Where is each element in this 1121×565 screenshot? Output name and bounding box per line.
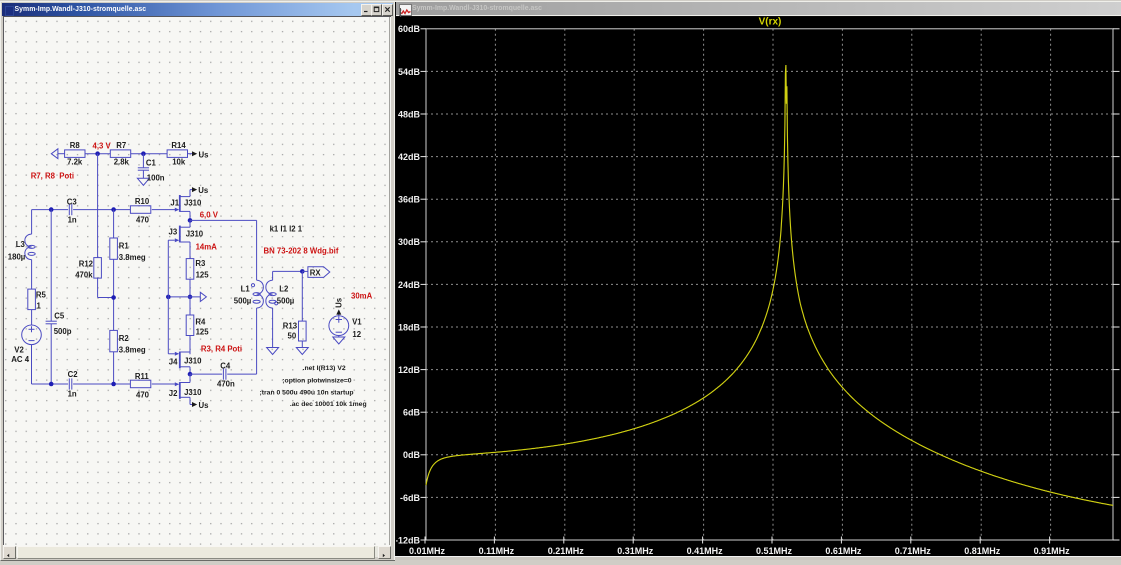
svg-text:V1: V1 (352, 318, 362, 327)
svg-text:48dB: 48dB (398, 109, 421, 119)
svg-text:R7, R8 Poti: R7, R8 Poti (31, 172, 74, 181)
svg-text:36dB: 36dB (398, 195, 421, 205)
svg-text:4,3 V: 4,3 V (93, 142, 112, 151)
svg-text:470: 470 (136, 390, 150, 399)
svg-text:R1: R1 (119, 242, 130, 251)
svg-text:BN 73-202 8 Wdg.bif: BN 73-202 8 Wdg.bif (264, 246, 339, 255)
svg-text:-6dB: -6dB (400, 493, 421, 503)
svg-text:0dB: 0dB (403, 450, 421, 460)
svg-text:R5: R5 (36, 290, 47, 299)
svg-text:500p: 500p (54, 327, 72, 336)
svg-text:12dB: 12dB (398, 365, 421, 375)
svg-text:L2: L2 (279, 285, 289, 294)
svg-text:0.81MHz: 0.81MHz (964, 546, 1001, 556)
svg-text:3.8meg: 3.8meg (119, 253, 146, 262)
svg-text:30dB: 30dB (398, 237, 421, 247)
svg-text:42dB: 42dB (398, 152, 421, 162)
svg-text:3.8meg: 3.8meg (119, 345, 146, 354)
svg-text:J4: J4 (169, 357, 178, 366)
svg-text:500µ: 500µ (277, 297, 295, 306)
svg-text:0.61MHz: 0.61MHz (825, 546, 862, 556)
svg-text:RX: RX (310, 268, 322, 277)
svg-text:L1: L1 (241, 285, 251, 294)
svg-text:1n: 1n (68, 215, 77, 224)
svg-text:180µ: 180µ (8, 253, 26, 262)
svg-text:.net I(R13) V2: .net I(R13) V2 (303, 365, 346, 372)
svg-text:10k: 10k (172, 158, 186, 167)
svg-text:C5: C5 (54, 312, 65, 321)
svg-text:6,0 V: 6,0 V (200, 211, 219, 220)
svg-text:50: 50 (288, 332, 297, 341)
svg-text:AC 4: AC 4 (11, 355, 29, 364)
svg-text:C2: C2 (68, 370, 79, 379)
svg-text:k1 l1 l2 1: k1 l1 l2 1 (270, 225, 303, 234)
svg-text:18dB: 18dB (398, 322, 421, 332)
svg-text:0.01MHz: 0.01MHz (409, 546, 446, 556)
svg-text:R7: R7 (116, 141, 126, 150)
svg-text:R14: R14 (171, 141, 186, 150)
svg-text:J310: J310 (184, 198, 202, 207)
svg-text:Us: Us (198, 186, 209, 195)
svg-text:R4: R4 (195, 317, 206, 326)
svg-text:J3: J3 (169, 227, 178, 236)
svg-text:0.51MHz: 0.51MHz (756, 546, 793, 556)
svg-text:0.71MHz: 0.71MHz (895, 546, 932, 556)
svg-text:V2: V2 (14, 346, 24, 355)
svg-text:Us: Us (199, 401, 210, 410)
svg-text:1n: 1n (68, 390, 77, 399)
svg-text:-12dB: -12dB (396, 535, 420, 545)
svg-text:0.11MHz: 0.11MHz (479, 546, 515, 556)
svg-text:R12: R12 (79, 260, 94, 269)
svg-text:J310: J310 (184, 357, 202, 366)
svg-text:R11: R11 (135, 372, 150, 381)
svg-text:J1: J1 (170, 198, 179, 207)
svg-text:470k: 470k (75, 270, 93, 279)
svg-text:0.41MHz: 0.41MHz (687, 546, 724, 556)
svg-text:24dB: 24dB (398, 280, 421, 290)
svg-text:54dB: 54dB (398, 67, 421, 77)
svg-text:100n: 100n (147, 174, 165, 183)
svg-text:500µ: 500µ (234, 297, 252, 306)
svg-text:Us: Us (199, 150, 210, 159)
svg-text:R10: R10 (135, 197, 150, 206)
svg-text:J310: J310 (186, 230, 204, 239)
svg-text:R3, R4 Poti: R3, R4 Poti (201, 345, 242, 354)
svg-text:;tran 0 500u 490u 10n startup: ;tran 0 500u 490u 10n startup (260, 390, 354, 397)
svg-text:Us: Us (335, 297, 344, 308)
svg-text:R8: R8 (70, 141, 81, 150)
svg-text:125: 125 (196, 328, 210, 337)
svg-text:C4: C4 (220, 362, 231, 371)
svg-text:0.21MHz: 0.21MHz (548, 546, 585, 556)
svg-text:1: 1 (37, 302, 42, 311)
svg-text:7.2k: 7.2k (67, 158, 83, 167)
svg-text:0.31MHz: 0.31MHz (617, 546, 654, 556)
svg-text:.ac dec 10001 10k 1meg: .ac dec 10001 10k 1meg (290, 401, 367, 408)
svg-text:60dB: 60dB (398, 24, 421, 34)
svg-text:12: 12 (352, 330, 361, 339)
svg-text:470: 470 (136, 215, 150, 224)
svg-text:470n: 470n (217, 379, 235, 388)
svg-text:0.91MHz: 0.91MHz (1034, 546, 1071, 556)
svg-text:R2: R2 (119, 334, 130, 343)
svg-text:J2: J2 (169, 389, 178, 398)
svg-text:C1: C1 (146, 159, 157, 168)
svg-text:2.8k: 2.8k (114, 158, 130, 167)
svg-text:V(rx): V(rx) (759, 17, 782, 28)
svg-text:C3: C3 (67, 198, 78, 207)
svg-text:J310: J310 (184, 388, 202, 397)
svg-text:30mA: 30mA (351, 292, 373, 301)
svg-text:6dB: 6dB (403, 408, 421, 418)
svg-text:R13: R13 (283, 321, 298, 330)
svg-text:125: 125 (196, 270, 210, 279)
svg-text:14mA: 14mA (196, 242, 218, 251)
svg-text:R3: R3 (195, 259, 206, 268)
svg-text:L3: L3 (16, 240, 26, 249)
svg-text:;option plotwinsize=0: ;option plotwinsize=0 (282, 377, 352, 384)
